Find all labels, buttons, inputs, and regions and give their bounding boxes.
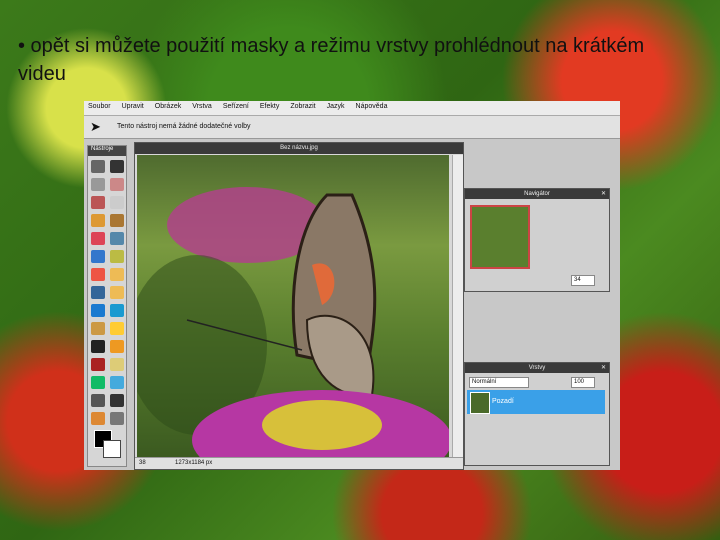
layers-title: Vrstvy ✕ [465,363,609,373]
layers-title-text: Vrstvy [528,365,546,371]
menu-item-layer[interactable]: Vrstva [192,103,212,115]
navigator-zoom-input[interactable]: 34 [571,275,595,286]
bloat-icon[interactable] [110,340,124,353]
crop-icon[interactable] [91,160,105,173]
sharpen-icon[interactable] [110,304,124,317]
menu-bar: Soubor Upravit Obrázek Vrstva Seřízení E… [84,101,620,116]
status-bar: 38 1273x1184 px [135,457,463,469]
brush-icon[interactable] [110,214,124,227]
layer-thumbnail [470,392,490,414]
stamp-icon[interactable] [110,250,124,263]
menu-item-language[interactable]: Jazyk [327,103,345,115]
heal-icon[interactable] [110,286,124,299]
sponge-icon[interactable] [110,268,124,281]
menu-item-edit[interactable]: Upravit [122,103,144,115]
menu-item-file[interactable]: Soubor [88,103,111,115]
color-swatches[interactable] [94,430,124,460]
image-scrollbar[interactable] [452,155,463,457]
burn-icon[interactable] [110,322,124,335]
picker2-icon[interactable] [91,394,105,407]
zoom-icon[interactable] [110,412,124,425]
menu-item-filters[interactable]: Efekty [260,103,279,115]
fill-icon[interactable] [110,232,124,245]
color-replace-icon[interactable] [91,268,105,281]
menu-item-view[interactable]: Zobrazit [290,103,315,115]
dodge-icon[interactable] [91,322,105,335]
line-icon[interactable] [91,376,105,389]
empty-slot-icon [110,196,124,209]
image-title: Bez názvu.jpg [135,143,463,154]
opacity-input[interactable]: 100 [571,377,595,388]
image-window: Bez názvu.jpg 38 1273x1184 px [134,142,464,470]
layers-panel: Vrstvy ✕ Normální 100 Pozadí [464,362,610,466]
toolbox-title: Nástroje [88,146,126,156]
butterfly-photo [137,155,449,457]
marquee-icon[interactable] [91,178,105,191]
menu-item-help[interactable]: Nápověda [356,103,388,115]
toolbox-panel: Nástroje [87,145,127,467]
blend-mode-select[interactable]: Normální [469,377,529,388]
smudge-icon[interactable] [91,340,105,353]
eraser-icon[interactable] [91,232,105,245]
butterfly-photo-svg [137,187,449,457]
text-icon[interactable] [110,394,124,407]
redeye-icon[interactable] [91,358,105,371]
shape-icon[interactable] [110,376,124,389]
close-icon[interactable]: ✕ [601,189,606,199]
layer-row[interactable]: Pozadí [467,390,605,414]
editor-screenshot: Soubor Upravit Obrázek Vrstva Seřízení E… [84,101,620,470]
blur-icon[interactable] [91,304,105,317]
options-bar: ➤ Tento nástroj nemá žádné dodatečné vol… [84,116,620,139]
navigator-title-text: Navigátor [524,191,550,197]
drawing-icon[interactable] [110,358,124,371]
gradient-icon[interactable] [91,250,105,263]
pencil-icon[interactable] [91,214,105,227]
close-icon[interactable]: ✕ [601,363,606,373]
bullet-text: • opět si můžete použití masky a režimu … [18,35,645,85]
navigator-title: Navigátor ✕ [465,189,609,199]
menu-item-image[interactable]: Obrázek [155,103,181,115]
status-size: 1273x1184 px [175,460,213,466]
navigator-panel: Navigátor ✕ 34 [464,188,610,292]
hand-icon[interactable] [91,412,105,425]
menu-item-adjust[interactable]: Seřízení [223,103,249,115]
wand-icon[interactable] [91,196,105,209]
lasso-icon[interactable] [110,178,124,191]
move-tool-icon[interactable]: ➤ [90,119,101,135]
move-icon[interactable] [110,160,124,173]
status-zoom[interactable]: 38 [139,460,146,466]
background-color[interactable] [103,440,121,458]
layer-name: Pozadí [492,398,514,405]
options-hint: Tento nástroj nemá žádné dodatečné volby [117,123,251,130]
picker-icon[interactable] [91,286,105,299]
navigator-thumbnail[interactable] [470,205,530,269]
